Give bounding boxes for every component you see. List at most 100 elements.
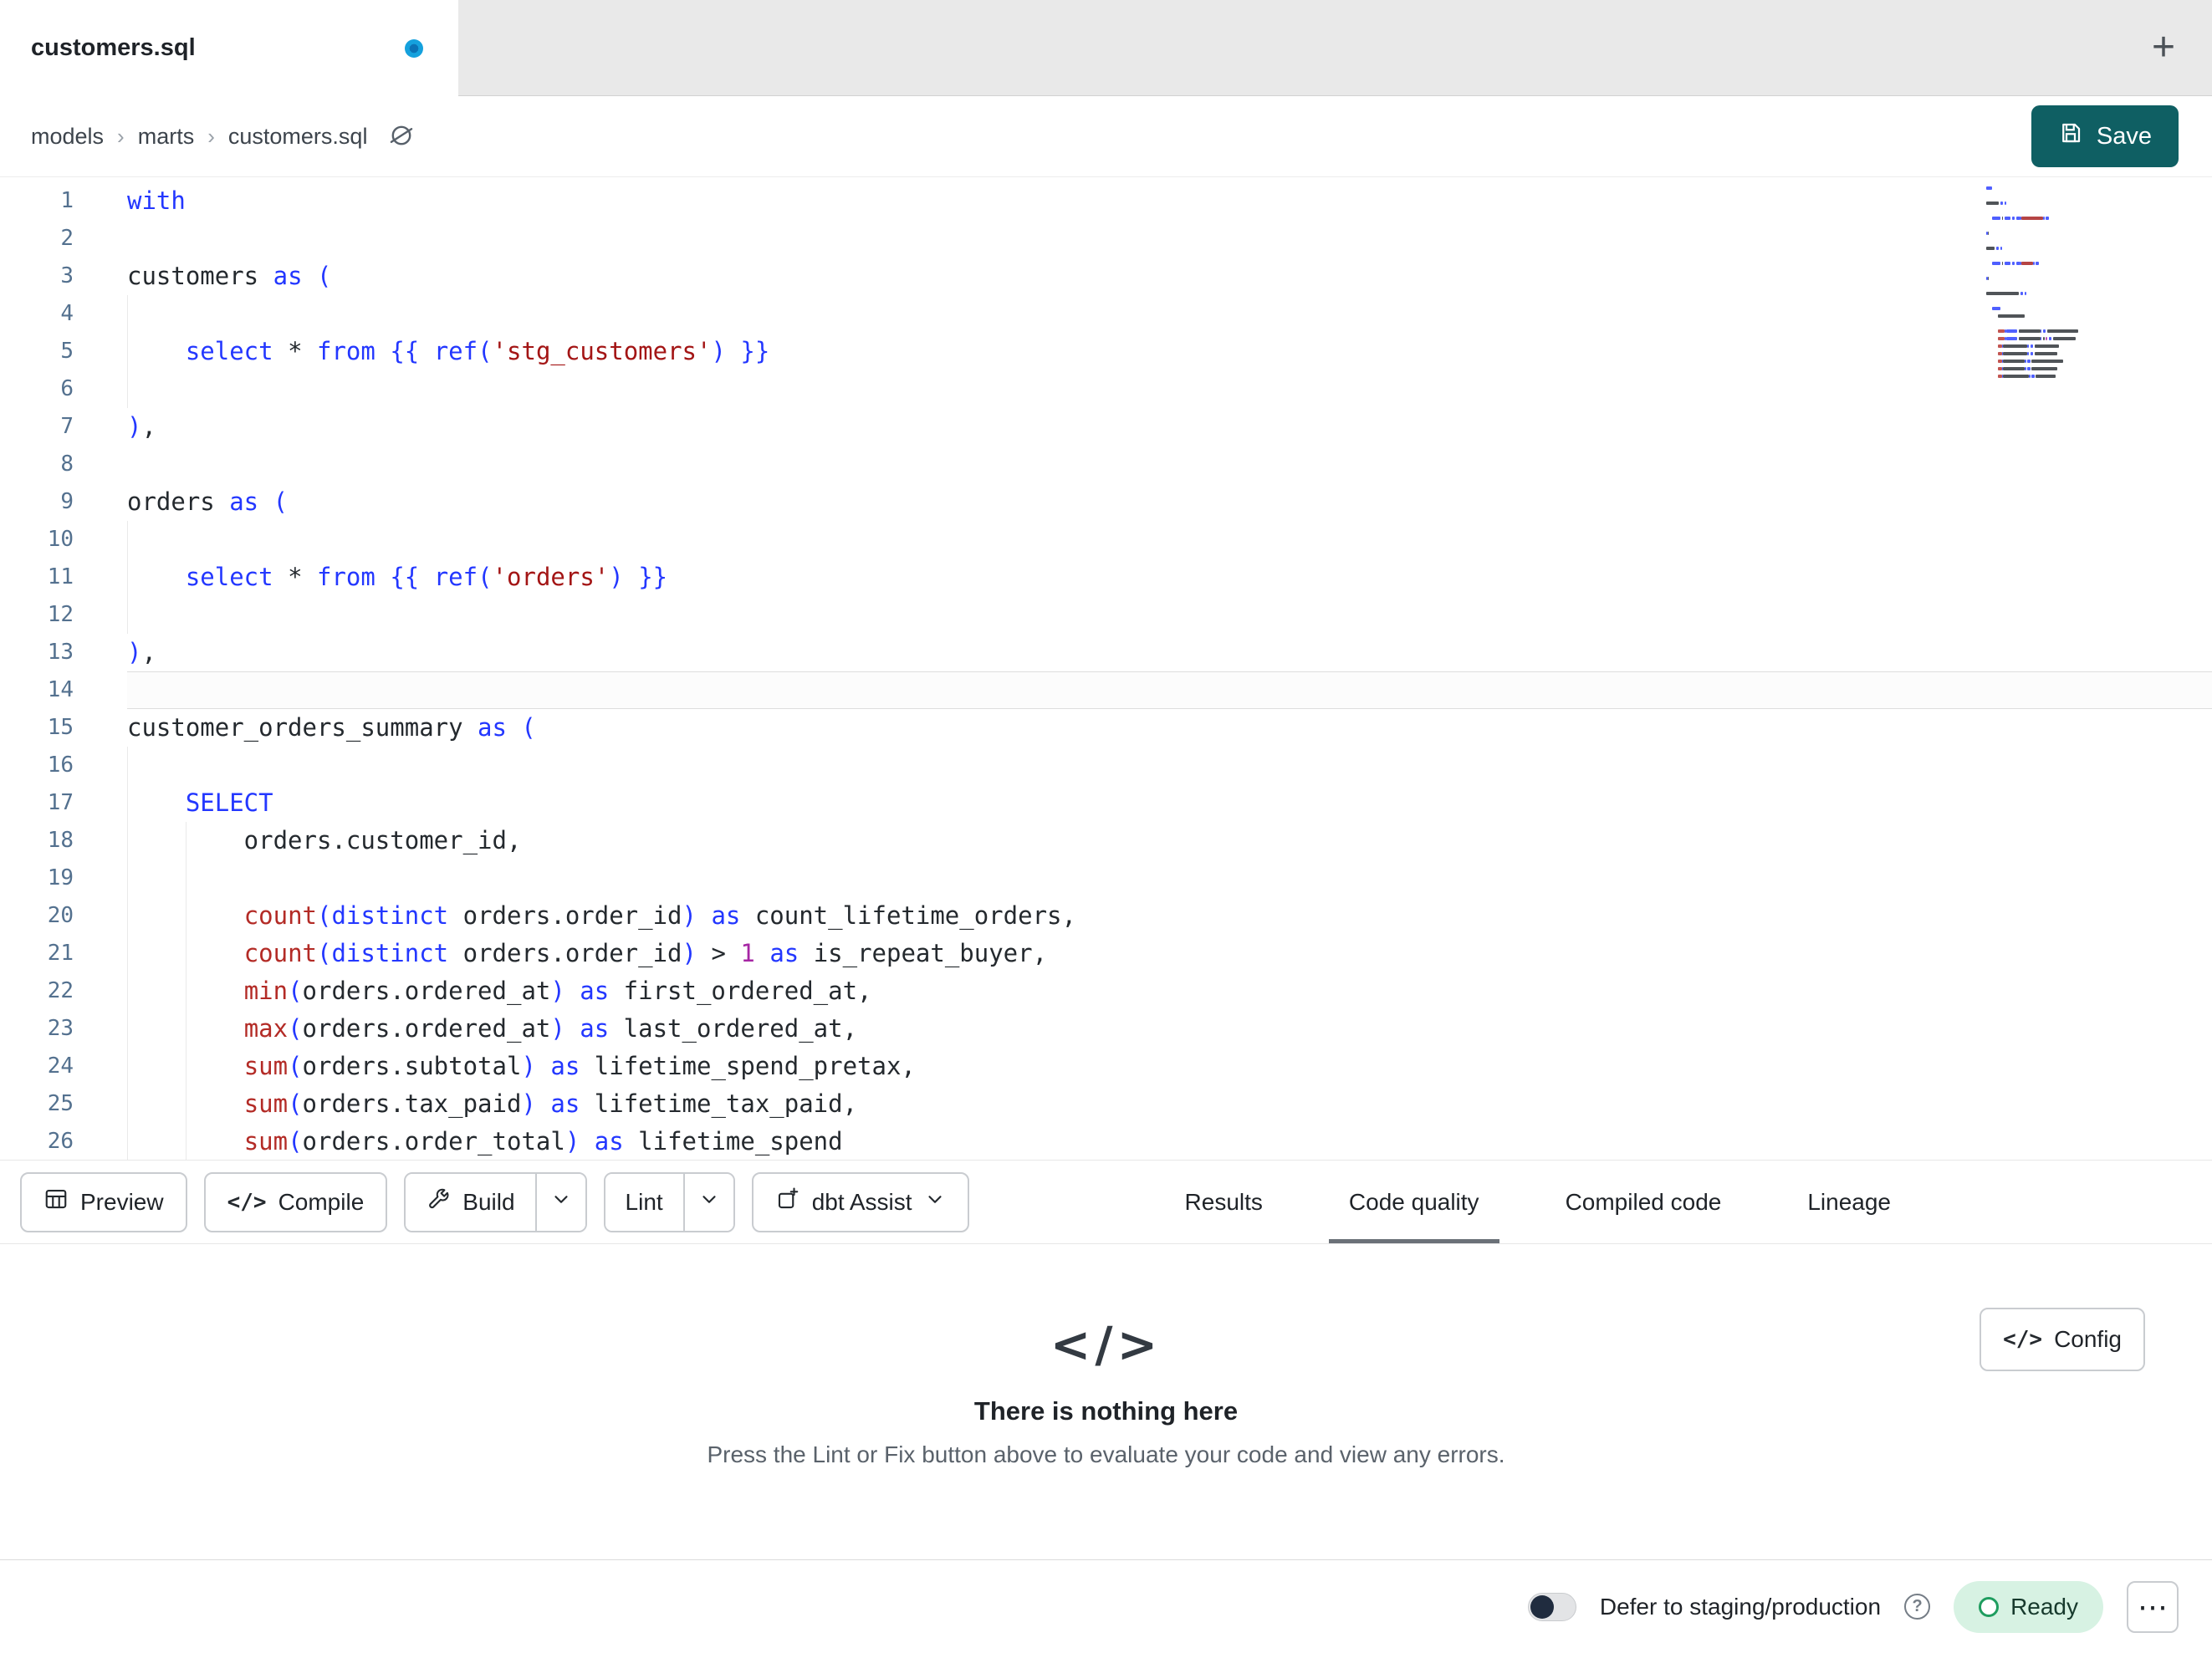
minimap-line bbox=[1986, 237, 2113, 244]
results-panel: </> Config </> There is nothing here Pre… bbox=[0, 1244, 2212, 1559]
tab-results[interactable]: Results bbox=[1165, 1161, 1283, 1243]
orbit-icon bbox=[387, 121, 416, 152]
editor-tab-bar: customers.sql + bbox=[0, 0, 2212, 96]
unsaved-dot-icon bbox=[405, 38, 423, 58]
line-number: 3 bbox=[60, 263, 74, 288]
code-line-7[interactable]: 7), bbox=[0, 408, 2212, 446]
table-icon bbox=[43, 1186, 69, 1217]
code-text bbox=[127, 370, 2212, 408]
code-line-22[interactable]: 22 min(orders.ordered_at) as first_order… bbox=[0, 972, 2212, 1010]
tab-customers-sql[interactable]: customers.sql bbox=[0, 0, 458, 96]
minimap-line bbox=[1986, 372, 2113, 380]
line-number: 15 bbox=[47, 715, 74, 740]
minimap-line bbox=[1986, 184, 2113, 191]
tab-compiled-code[interactable]: Compiled code bbox=[1545, 1161, 1742, 1243]
code-line-1[interactable]: 1 with bbox=[0, 182, 2212, 220]
minimap-line bbox=[1986, 312, 2113, 319]
line-number: 24 bbox=[47, 1054, 74, 1079]
code-text bbox=[127, 747, 2212, 784]
code-line-6[interactable]: 6 bbox=[0, 370, 2212, 408]
save-button[interactable]: Save bbox=[2031, 105, 2179, 167]
line-number: 19 bbox=[47, 865, 74, 890]
code-line-19[interactable]: 19 bbox=[0, 860, 2212, 897]
build-button[interactable]: Build bbox=[406, 1173, 535, 1231]
status-bar: Defer to staging/production ? Ready ⋯ bbox=[0, 1559, 2212, 1653]
code-text bbox=[127, 671, 2212, 709]
question-circle-icon[interactable]: ? bbox=[1904, 1594, 1931, 1620]
tab-title: customers.sql bbox=[31, 34, 196, 61]
code-line-18[interactable]: 18 orders.customer_id, bbox=[0, 822, 2212, 860]
config-button[interactable]: </> Config bbox=[1980, 1308, 2145, 1371]
line-number: 11 bbox=[47, 564, 74, 589]
build-dropdown-button[interactable] bbox=[534, 1173, 585, 1231]
lint-dropdown-button[interactable] bbox=[682, 1173, 733, 1231]
code-text: select * from {{ ref('orders') }} bbox=[127, 559, 2212, 596]
line-number: 22 bbox=[47, 978, 74, 1003]
tab-bar-space: + bbox=[458, 0, 2212, 96]
code-line-23[interactable]: 23 max(orders.ordered_at) as last_ordere… bbox=[0, 1010, 2212, 1048]
minimap-line bbox=[1986, 349, 2113, 357]
chevron-down-icon bbox=[698, 1188, 720, 1216]
status-ring-icon bbox=[1979, 1596, 2000, 1617]
code-line-5[interactable]: 5 select * from {{ ref('stg_customers') … bbox=[0, 333, 2212, 370]
code-line-26[interactable]: 26 sum(orders.order_total) as lifetime_s… bbox=[0, 1123, 2212, 1160]
breadcrumb-item-marts[interactable]: marts bbox=[138, 124, 195, 150]
code-line-12[interactable]: 12 bbox=[0, 596, 2212, 634]
tab-lineage[interactable]: Lineage bbox=[1787, 1161, 1911, 1243]
code-line-16[interactable]: 16 bbox=[0, 747, 2212, 784]
breadcrumb: models › marts › customers.sql bbox=[31, 124, 367, 150]
code-line-21[interactable]: 21 count(distinct orders.order_id) > 1 a… bbox=[0, 935, 2212, 972]
line-number: 10 bbox=[47, 527, 74, 552]
code-line-10[interactable]: 10 bbox=[0, 521, 2212, 559]
code-text bbox=[127, 295, 2212, 333]
line-number: 5 bbox=[60, 339, 74, 364]
empty-state: </> There is nothing here Press the Lint… bbox=[0, 1244, 2212, 1468]
code-text: orders.customer_id, bbox=[127, 822, 2212, 860]
ready-status-badge[interactable]: Ready bbox=[1954, 1580, 2103, 1633]
code-line-15[interactable]: 15 customer_orders_summary as ( bbox=[0, 709, 2212, 747]
minimap-line bbox=[1986, 297, 2113, 304]
code-icon-large: </> bbox=[1050, 1316, 1162, 1373]
code-text: ), bbox=[127, 638, 156, 666]
minimap-line bbox=[1986, 191, 2113, 199]
dbt-assist-button[interactable]: dbt Assist bbox=[751, 1171, 969, 1232]
more-options-button[interactable]: ⋯ bbox=[2127, 1580, 2179, 1633]
code-text: customer_orders_summary as ( bbox=[127, 713, 536, 742]
code-line-25[interactable]: 25 sum(orders.tax_paid) as lifetime_tax_… bbox=[0, 1085, 2212, 1123]
code-lines: 1 with 2 3 customers as (4 5 select * from {{… bbox=[0, 182, 2212, 1160]
compile-button[interactable]: </> Compile bbox=[203, 1171, 388, 1232]
code-line-20[interactable]: 20 count(distinct orders.order_id) as co… bbox=[0, 897, 2212, 935]
code-line-24[interactable]: 24 sum(orders.subtotal) as lifetime_spen… bbox=[0, 1048, 2212, 1085]
code-text bbox=[127, 521, 2212, 559]
code-line-3[interactable]: 3 customers as ( bbox=[0, 258, 2212, 295]
code-icon: </> bbox=[227, 1189, 267, 1215]
wrench-icon bbox=[426, 1186, 451, 1217]
code-line-11[interactable]: 11 select * from {{ ref('orders') }} bbox=[0, 559, 2212, 596]
new-tab-button[interactable]: + bbox=[2152, 28, 2175, 68]
minimap-line bbox=[1986, 229, 2113, 237]
code-editor[interactable]: 1 with 2 3 customers as (4 5 select * from {{… bbox=[0, 176, 2212, 1160]
breadcrumb-item-customers-sql[interactable]: customers.sql bbox=[228, 124, 368, 150]
code-line-8[interactable]: 8 bbox=[0, 446, 2212, 483]
code-line-9[interactable]: 9 orders as ( bbox=[0, 483, 2212, 521]
code-line-17[interactable]: 17 SELECT bbox=[0, 784, 2212, 822]
code-line-2[interactable]: 2 bbox=[0, 220, 2212, 258]
line-number: 14 bbox=[47, 677, 74, 702]
breadcrumb-item-models[interactable]: models bbox=[31, 124, 104, 150]
lint-button[interactable]: Lint bbox=[605, 1173, 683, 1231]
file-actions-button[interactable] bbox=[379, 114, 424, 159]
minimap-line bbox=[1986, 319, 2113, 327]
code-line-13[interactable]: 13), bbox=[0, 634, 2212, 671]
minimap[interactable] bbox=[1986, 184, 2113, 380]
line-number: 21 bbox=[47, 941, 74, 966]
code-line-14[interactable]: 14 bbox=[0, 671, 2212, 709]
dbt-assist-label: dbt Assist bbox=[811, 1188, 912, 1215]
code-text: sum(orders.subtotal) as lifetime_spend_p… bbox=[127, 1048, 2212, 1085]
code-text: count(distinct orders.order_id) as count… bbox=[127, 897, 2212, 935]
defer-toggle[interactable] bbox=[1527, 1592, 1576, 1621]
tab-code-quality[interactable]: Code quality bbox=[1329, 1161, 1499, 1243]
preview-button[interactable]: Preview bbox=[20, 1171, 187, 1232]
code-line-4[interactable]: 4 bbox=[0, 295, 2212, 333]
minimap-line bbox=[1986, 289, 2113, 297]
